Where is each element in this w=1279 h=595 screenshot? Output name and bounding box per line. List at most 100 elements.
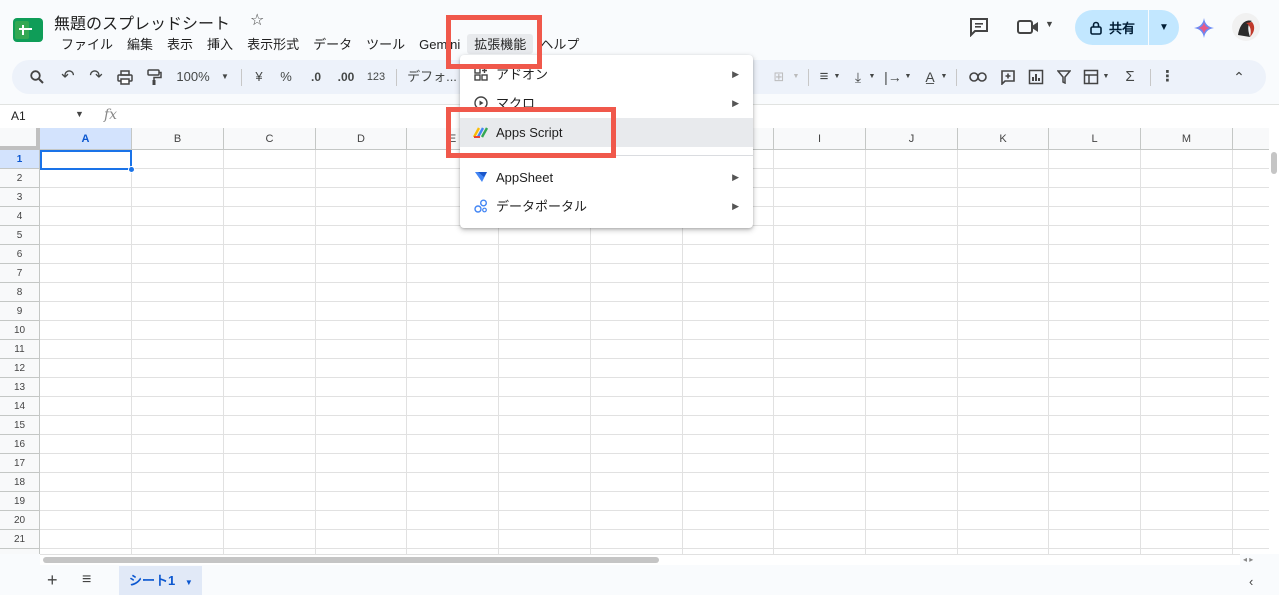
share-dropdown-icon[interactable]: ▼ bbox=[1149, 22, 1179, 33]
column-header[interactable]: C bbox=[224, 128, 316, 150]
row-header[interactable]: 3 bbox=[0, 188, 40, 207]
horizontal-align-icon[interactable]: ≡ bbox=[815, 60, 833, 94]
column-header[interactable]: M bbox=[1141, 128, 1233, 150]
row-header[interactable]: 17 bbox=[0, 454, 40, 473]
gemini-icon[interactable] bbox=[1193, 17, 1215, 39]
star-icon[interactable]: ☆ bbox=[250, 10, 264, 30]
align-chevron-icon[interactable]: ▼ bbox=[833, 60, 841, 94]
active-cell-a1[interactable] bbox=[40, 150, 132, 170]
fill-handle[interactable] bbox=[128, 166, 135, 173]
zoom-chevron-icon[interactable]: ▼ bbox=[220, 60, 230, 94]
row-header[interactable]: 19 bbox=[0, 492, 40, 511]
insert-comment-icon[interactable] bbox=[1000, 69, 1016, 85]
all-sheets-icon[interactable]: ≡ bbox=[82, 571, 91, 589]
select-all-corner[interactable] bbox=[0, 128, 40, 150]
menu-insert[interactable]: 挿入 bbox=[200, 34, 240, 54]
name-box-chevron-icon[interactable]: ▼ bbox=[75, 109, 84, 119]
menu-edit[interactable]: 編集 bbox=[120, 34, 160, 54]
column-header[interactable] bbox=[1233, 128, 1269, 150]
row-header[interactable]: 11 bbox=[0, 340, 40, 359]
column-header[interactable]: K bbox=[958, 128, 1049, 150]
column-header[interactable]: I bbox=[774, 128, 866, 150]
column-header[interactable]: A bbox=[40, 128, 132, 150]
menu-view[interactable]: 表示 bbox=[160, 34, 200, 54]
functions-icon[interactable]: Σ bbox=[1122, 60, 1138, 94]
text-wrap-icon[interactable]: |→ bbox=[884, 60, 902, 94]
lock-icon bbox=[1090, 21, 1102, 35]
submenu-arrow-icon: ▶ bbox=[732, 69, 739, 79]
collapse-menus-icon[interactable]: ⌃ bbox=[1230, 60, 1248, 94]
print-icon[interactable] bbox=[117, 70, 133, 85]
scroll-arrows-icon[interactable]: ◂ ▸ bbox=[1243, 555, 1253, 564]
row-header[interactable]: 14 bbox=[0, 397, 40, 416]
wrap-chevron-icon[interactable]: ▼ bbox=[904, 60, 912, 94]
row-header[interactable]: 16 bbox=[0, 435, 40, 454]
decrease-decimal-button[interactable]: .0 bbox=[305, 60, 327, 94]
title-bar: 無題のスプレッドシート ☆ ファイル 編集 表示 挿入 表示形式 データ ツール… bbox=[0, 0, 1279, 56]
insert-chart-icon[interactable] bbox=[1028, 69, 1044, 85]
row-header[interactable]: 6 bbox=[0, 245, 40, 264]
menu-item-data-portal[interactable]: データポータル ▶ bbox=[460, 192, 753, 221]
row-header[interactable]: 12 bbox=[0, 359, 40, 378]
row-header[interactable]: 20 bbox=[0, 511, 40, 530]
collapse-side-panel-icon[interactable]: ‹ bbox=[1249, 574, 1253, 589]
redo-icon[interactable]: ↷ bbox=[87, 60, 105, 94]
undo-icon[interactable]: ↶ bbox=[59, 60, 77, 94]
insert-link-icon[interactable] bbox=[969, 71, 987, 83]
more-options-icon[interactable]: ⋮ bbox=[1160, 60, 1175, 94]
valign-chevron-icon[interactable]: ▼ bbox=[868, 60, 876, 94]
sheets-logo-icon[interactable] bbox=[13, 18, 43, 42]
row-header[interactable]: 18 bbox=[0, 473, 40, 492]
sheet-tab[interactable]: シート1 ▼ bbox=[119, 566, 202, 595]
column-header[interactable]: L bbox=[1049, 128, 1141, 150]
document-title[interactable]: 無題のスプレッドシート bbox=[54, 10, 230, 34]
meet-video-icon[interactable] bbox=[1017, 18, 1041, 36]
column-header[interactable]: D bbox=[316, 128, 407, 150]
sheet-tab-chevron-icon[interactable]: ▼ bbox=[185, 578, 193, 587]
share-button[interactable]: 共有 ▼ bbox=[1075, 10, 1179, 45]
filter-icon[interactable] bbox=[1057, 70, 1071, 84]
percent-format-button[interactable]: % bbox=[278, 60, 294, 94]
row-header[interactable]: 5 bbox=[0, 226, 40, 245]
vertical-scrollbar[interactable] bbox=[1269, 128, 1279, 554]
grid-line bbox=[40, 320, 1269, 321]
row-header[interactable]: 7 bbox=[0, 264, 40, 283]
row-header[interactable]: 21 bbox=[0, 530, 40, 549]
row-header[interactable]: 9 bbox=[0, 302, 40, 321]
filter-views-icon[interactable] bbox=[1083, 69, 1099, 85]
menu-item-appsheet[interactable]: AppSheet ▶ bbox=[460, 163, 753, 192]
paint-format-icon[interactable] bbox=[146, 69, 162, 86]
row-header[interactable]: 4 bbox=[0, 207, 40, 226]
column-header[interactable]: B bbox=[132, 128, 224, 150]
zoom-select[interactable]: 100% bbox=[174, 60, 212, 94]
menu-format[interactable]: 表示形式 bbox=[240, 34, 306, 54]
row-header[interactable] bbox=[0, 549, 40, 554]
add-sheet-icon[interactable]: + bbox=[47, 570, 58, 591]
filter-views-chevron-icon[interactable]: ▼ bbox=[1102, 60, 1110, 94]
vertical-align-icon[interactable]: ⤓ bbox=[850, 60, 866, 94]
menu-file[interactable]: ファイル bbox=[54, 34, 120, 54]
row-header[interactable]: 13 bbox=[0, 378, 40, 397]
column-header[interactable]: J bbox=[866, 128, 958, 150]
avatar[interactable] bbox=[1232, 13, 1260, 41]
vertical-scroll-thumb[interactable] bbox=[1271, 152, 1277, 174]
rotation-chevron-icon[interactable]: ▼ bbox=[940, 60, 948, 94]
name-box[interactable]: A1 bbox=[11, 109, 26, 123]
chevron-down-icon[interactable]: ▼ bbox=[1045, 19, 1054, 29]
menu-tools[interactable]: ツール bbox=[359, 34, 412, 54]
row-header[interactable]: 8 bbox=[0, 283, 40, 302]
increase-decimal-button[interactable]: .00 bbox=[335, 60, 357, 94]
text-rotation-icon[interactable]: A̲ bbox=[922, 60, 938, 94]
toolbar-divider bbox=[241, 69, 242, 86]
submenu-arrow-icon: ▶ bbox=[732, 201, 739, 211]
menu-data[interactable]: データ bbox=[306, 34, 359, 54]
row-header[interactable]: 15 bbox=[0, 416, 40, 435]
row-header[interactable]: 2 bbox=[0, 169, 40, 188]
currency-format-button[interactable]: ¥ bbox=[252, 60, 266, 94]
comment-icon[interactable] bbox=[968, 17, 990, 37]
horizontal-scroll-thumb[interactable] bbox=[43, 557, 659, 563]
search-icon[interactable] bbox=[30, 70, 44, 84]
more-formats-button[interactable]: 123 bbox=[364, 60, 388, 94]
row-header[interactable]: 1 bbox=[0, 150, 40, 169]
row-header[interactable]: 10 bbox=[0, 321, 40, 340]
